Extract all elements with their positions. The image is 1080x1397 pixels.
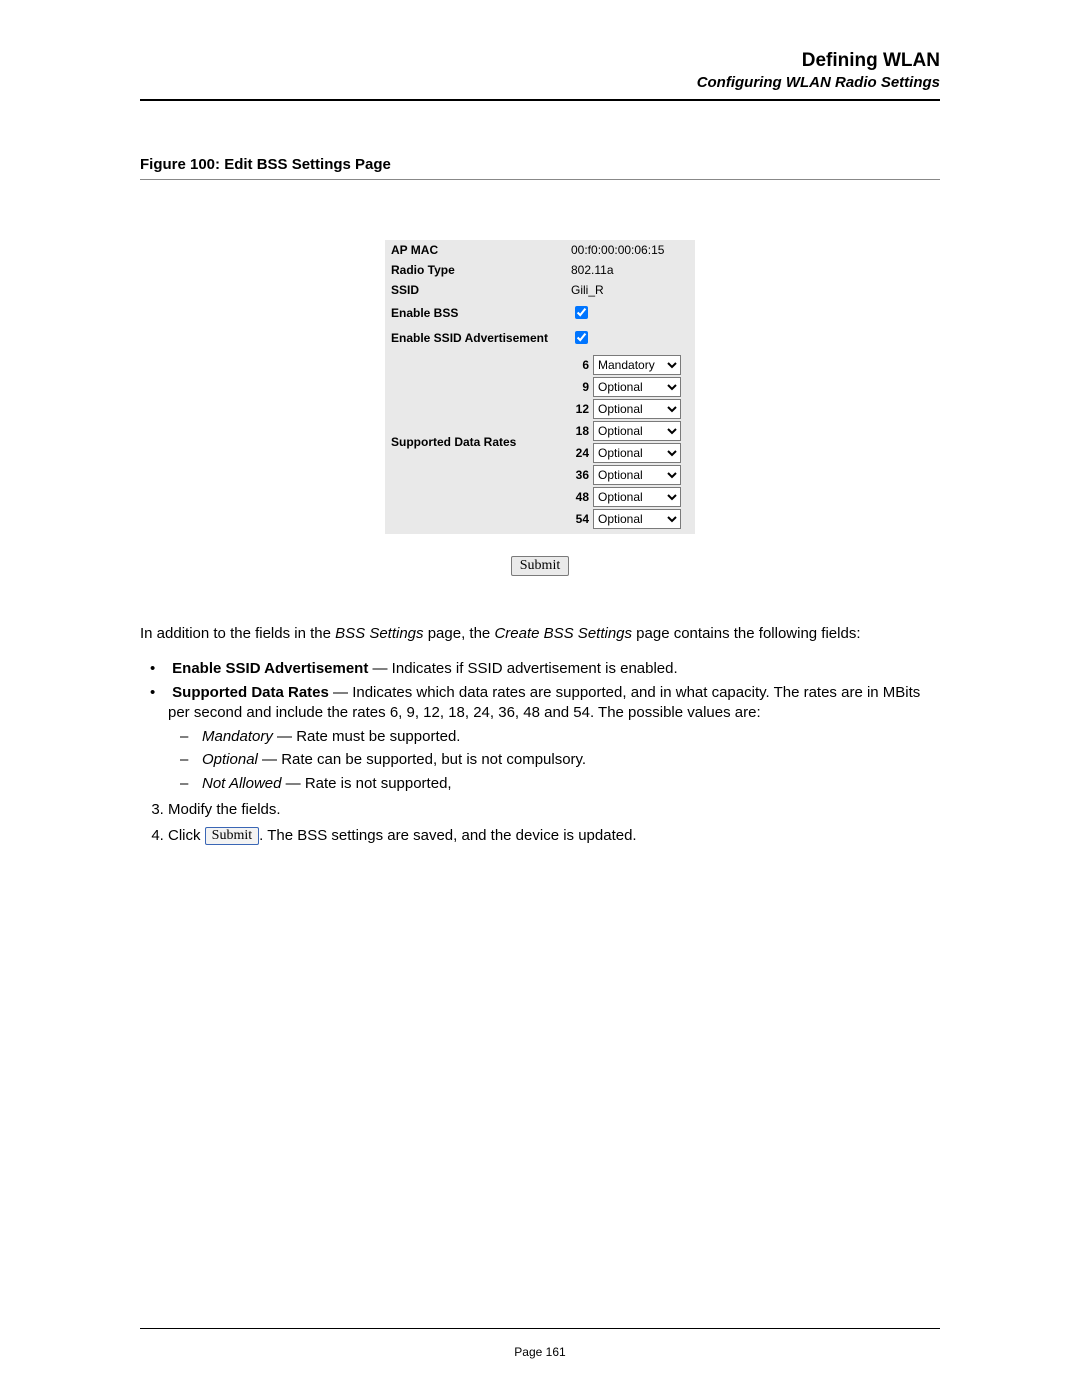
intro-text-3: page contains the following fields: xyxy=(632,625,860,642)
rate-label-12: 12 xyxy=(571,402,589,416)
d2-em: Optional xyxy=(202,751,258,768)
header-title: Defining WLAN xyxy=(140,50,940,72)
intro-text-2: page, the xyxy=(424,625,495,642)
b1-rest: — Indicates if SSID advertisement is ena… xyxy=(368,660,677,677)
b2-bold: Supported Data Rates xyxy=(172,684,329,701)
steps-list: Modify the fields. Click Submit. The BSS… xyxy=(140,800,940,847)
rate-label-9: 9 xyxy=(571,380,589,394)
page-header: Defining WLAN Configuring WLAN Radio Set… xyxy=(140,50,940,91)
rate-row-36: 36 MandatoryOptionalNot Allowed xyxy=(571,465,689,485)
dash-optional: Optional — Rate can be supported, but is… xyxy=(202,750,940,770)
body-text: In addition to the fields in the BSS Set… xyxy=(140,624,940,846)
rate-row-6: 6 MandatoryOptionalNot Allowed xyxy=(571,355,689,375)
value-ap-mac: 00:f0:00:00:06:15 xyxy=(565,240,695,260)
footer-rule xyxy=(140,1328,940,1329)
rate-select-24[interactable]: MandatoryOptionalNot Allowed xyxy=(593,443,681,463)
intro-em-2: Create BSS Settings xyxy=(494,625,632,642)
rate-select-18[interactable]: MandatoryOptionalNot Allowed xyxy=(593,421,681,441)
row-ap-mac: AP MAC 00:f0:00:00:06:15 xyxy=(385,240,695,260)
d3-em: Not Allowed xyxy=(202,775,281,792)
rate-row-48: 48 MandatoryOptionalNot Allowed xyxy=(571,487,689,507)
label-enable-ssid-adv: Enable SSID Advertisement xyxy=(385,325,565,350)
row-radio-type: Radio Type 802.11a xyxy=(385,260,695,280)
value-ssid: Gili_R xyxy=(565,280,695,300)
rate-label-24: 24 xyxy=(571,446,589,460)
rate-select-9[interactable]: MandatoryOptionalNot Allowed xyxy=(593,377,681,397)
page-number: Page 161 xyxy=(0,1345,1080,1359)
rates-cell: 6 MandatoryOptionalNot Allowed 9 MandatoryO… xyxy=(565,350,695,534)
label-supported-rates: Supported Data Rates xyxy=(385,350,565,534)
rate-select-12[interactable]: MandatoryOptionalNot Allowed xyxy=(593,399,681,419)
rate-row-54: 54 MandatoryOptionalNot Allowed xyxy=(571,509,689,529)
checkbox-enable-bss[interactable] xyxy=(575,306,588,319)
bullet-supported-rates: Supported Data Rates — Indicates which d… xyxy=(168,683,940,794)
step-3: Modify the fields. xyxy=(168,800,940,820)
d3-rest: — Rate is not supported, xyxy=(281,775,451,792)
rate-row-12: 12 MandatoryOptionalNot Allowed xyxy=(571,399,689,419)
label-radio-type: Radio Type xyxy=(385,260,565,280)
step4-text-a: Click xyxy=(168,827,205,844)
label-ap-mac: AP MAC xyxy=(385,240,565,260)
rate-row-9: 9 MandatoryOptionalNot Allowed xyxy=(571,377,689,397)
row-enable-bss: Enable BSS xyxy=(385,300,695,325)
intro-em-1: BSS Settings xyxy=(335,625,423,642)
intro-paragraph: In addition to the fields in the BSS Set… xyxy=(140,624,940,644)
label-enable-bss: Enable BSS xyxy=(385,300,565,325)
d1-em: Mandatory xyxy=(202,728,273,745)
step-4: Click Submit. The BSS settings are saved… xyxy=(168,826,940,846)
dash-not-allowed: Not Allowed — Rate is not supported, xyxy=(202,774,940,794)
step4-text-b: . The BSS settings are saved, and the de… xyxy=(259,827,636,844)
rate-row-24: 24 MandatoryOptionalNot Allowed xyxy=(571,443,689,463)
d1-rest: — Rate must be supported. xyxy=(273,728,461,745)
rate-select-54[interactable]: MandatoryOptionalNot Allowed xyxy=(593,509,681,529)
rate-label-18: 18 xyxy=(571,424,589,438)
field-bullets: Enable SSID Advertisement — Indicates if… xyxy=(140,659,940,794)
rate-label-6: 6 xyxy=(571,358,589,372)
rate-value-list: Mandatory — Rate must be supported. Opti… xyxy=(168,727,940,794)
row-supported-rates: Supported Data Rates 6 MandatoryOptionalN… xyxy=(385,350,695,534)
rate-select-48[interactable]: MandatoryOptionalNot Allowed xyxy=(593,487,681,507)
bullet-enable-ssid-adv: Enable SSID Advertisement — Indicates if… xyxy=(168,659,940,679)
rate-select-36[interactable]: MandatoryOptionalNot Allowed xyxy=(593,465,681,485)
rate-row-18: 18 MandatoryOptionalNot Allowed xyxy=(571,421,689,441)
d2-rest: — Rate can be supported, but is not comp… xyxy=(258,751,586,768)
inline-submit-button: Submit xyxy=(205,827,259,846)
header-rule xyxy=(140,99,940,101)
document-page: Defining WLAN Configuring WLAN Radio Set… xyxy=(0,0,1080,1397)
figure-rule xyxy=(140,179,940,180)
submit-button[interactable]: Submit xyxy=(511,556,569,576)
bss-settings-form: AP MAC 00:f0:00:00:06:15 Radio Type 802.… xyxy=(385,240,695,576)
checkbox-enable-ssid-adv[interactable] xyxy=(575,331,588,344)
figure-caption: Figure 100: Edit BSS Settings Page xyxy=(140,156,940,173)
rate-label-36: 36 xyxy=(571,468,589,482)
value-radio-type: 802.11a xyxy=(565,260,695,280)
dash-mandatory: Mandatory — Rate must be supported. xyxy=(202,727,940,747)
label-ssid: SSID xyxy=(385,280,565,300)
rate-label-54: 54 xyxy=(571,512,589,526)
header-subtitle: Configuring WLAN Radio Settings xyxy=(140,74,940,91)
rate-label-48: 48 xyxy=(571,490,589,504)
settings-table: AP MAC 00:f0:00:00:06:15 Radio Type 802.… xyxy=(385,240,695,534)
row-ssid: SSID Gili_R xyxy=(385,280,695,300)
b1-bold: Enable SSID Advertisement xyxy=(172,660,368,677)
intro-text-1: In addition to the fields in the xyxy=(140,625,335,642)
row-enable-ssid-adv: Enable SSID Advertisement xyxy=(385,325,695,350)
rate-select-6[interactable]: MandatoryOptionalNot Allowed xyxy=(593,355,681,375)
